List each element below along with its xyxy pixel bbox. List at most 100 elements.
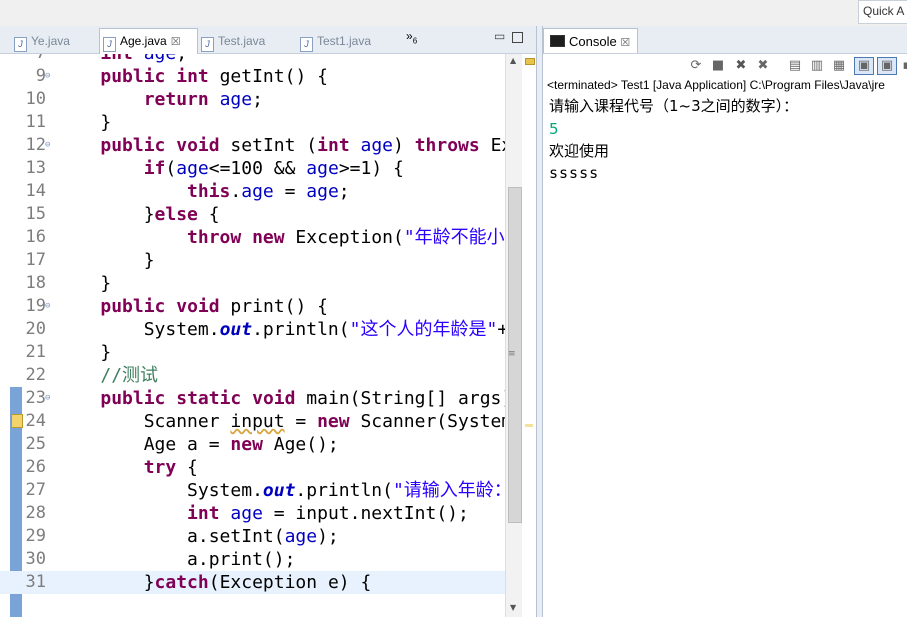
code-line[interactable]: 14 this.age = age; xyxy=(0,180,505,203)
remove-all-terminated-icon[interactable]: ✖ xyxy=(755,58,771,74)
code-line[interactable]: 29 a.setInt(age); xyxy=(0,525,505,548)
tab-label: Ye.java xyxy=(31,34,70,48)
fold-toggle-icon[interactable]: ⊖ xyxy=(45,65,50,88)
code-text: } xyxy=(57,342,112,363)
line-number: 11 xyxy=(25,112,46,132)
scroll-down-icon[interactable]: ▼ xyxy=(510,603,516,612)
code-line[interactable]: 7 int age; xyxy=(0,54,505,65)
editor-panel: J Ye.java J Age.java ☒ J Test.java J Test1.ja… xyxy=(0,26,537,617)
scroll-up-icon[interactable]: ▲ xyxy=(510,56,516,65)
fold-toggle-icon[interactable]: ⊖ xyxy=(45,295,50,318)
occurrence-marker[interactable] xyxy=(525,424,533,427)
code-line[interactable]: 17 } xyxy=(0,249,505,272)
console-output-line: sssss xyxy=(549,164,600,182)
console-status: <terminated> Test1 [Java Application] C:… xyxy=(547,78,885,92)
code-line[interactable]: 11 } xyxy=(0,111,505,134)
tab-test1-java[interactable]: J Test1.java xyxy=(300,29,371,53)
code-text: } xyxy=(57,273,112,294)
code-text: System.out.println("这个人的年龄是"+this.age); xyxy=(57,319,505,340)
code-text: System.out.println("请输入年龄："); xyxy=(57,480,505,501)
code-line[interactable]: 22 //测试 xyxy=(0,364,505,387)
code-text: } xyxy=(57,250,155,271)
line-number: 20 xyxy=(25,319,46,339)
terminate-icon[interactable]: ■ xyxy=(710,58,726,74)
show-on-stderr-icon[interactable]: ▣ xyxy=(877,57,897,75)
code-line[interactable]: 18 } xyxy=(0,272,505,295)
code-line[interactable]: 24 Scanner input = new Scanner(System.in… xyxy=(0,410,505,433)
line-number: 10 xyxy=(25,89,46,109)
line-number: 31 xyxy=(25,572,46,592)
code-line[interactable]: 13 if(age<=100 && age>=1) { xyxy=(0,157,505,180)
hidden-tab-count: 6 xyxy=(412,36,418,46)
more-tabs-button[interactable]: »6 xyxy=(406,29,417,45)
top-toolbar: Quick A xyxy=(0,0,907,26)
code-line[interactable]: 27 System.out.println("请输入年龄："); xyxy=(0,479,505,502)
fold-toggle-icon[interactable]: ⊖ xyxy=(45,134,50,157)
tab-age-java[interactable]: J Age.java ☒ xyxy=(99,28,198,55)
maximize-icon[interactable] xyxy=(512,32,523,43)
code-line[interactable]: 12 ⊖ public void setInt (int age) throws … xyxy=(0,134,505,157)
line-number: 12 xyxy=(25,135,46,155)
code-line[interactable]: 16 throw new Exception("年龄不能小于1或大于100"); xyxy=(0,226,505,249)
code-text: throw new Exception("年龄不能小于1或大于100"); xyxy=(187,227,505,248)
code-line[interactable]: 26 try { xyxy=(0,456,505,479)
code-text: Scanner input = new Scanner(System.in); xyxy=(57,411,505,432)
code-line[interactable]: 28 int age = input.nextInt(); xyxy=(0,502,505,525)
console-input-line: 5 xyxy=(549,120,559,138)
code-text: try { xyxy=(143,457,198,478)
vertical-scrollbar[interactable]: ▲ ≡ ▼ xyxy=(505,54,523,617)
tab-test-java[interactable]: J Test.java xyxy=(201,29,265,53)
code-line[interactable]: 23 ⊖ public static void main(String[] arg… xyxy=(0,387,505,410)
line-number: 19 xyxy=(25,296,46,316)
code-text: //测试 xyxy=(100,365,159,386)
close-icon[interactable]: ☒ xyxy=(620,37,630,49)
close-icon[interactable]: ☒ xyxy=(171,36,181,48)
code-line[interactable]: 31 }catch(Exception e) { xyxy=(0,571,505,594)
tab-console[interactable]: Console ☒ xyxy=(543,28,638,53)
console-toolbar: ⟳ ■ ✖ ✖ ▤ ▥ ▦ ▣ ▣ ▪ xyxy=(543,54,907,78)
line-number: 16 xyxy=(25,227,46,247)
console-icon xyxy=(550,35,565,47)
console-output-line: 请输入课程代号（1~3之间的数字）： xyxy=(549,97,799,115)
code-text: }catch(Exception e) { xyxy=(57,572,372,593)
word-wrap-icon[interactable]: ▦ xyxy=(831,58,847,74)
line-number: 28 xyxy=(25,503,46,523)
quick-access-field[interactable]: Quick A xyxy=(858,0,907,24)
line-number: 24 xyxy=(25,411,46,431)
code-text: return age; xyxy=(143,89,263,110)
code-line[interactable]: 15 }else { xyxy=(0,203,505,226)
minimize-icon[interactable]: ▭ xyxy=(494,30,506,42)
overview-ruler[interactable] xyxy=(522,54,536,617)
line-number: 14 xyxy=(25,181,46,201)
code-line[interactable]: 25 Age a = new Age(); xyxy=(0,433,505,456)
console-output-line: 欢迎使用 xyxy=(549,142,610,160)
remove-launch-icon[interactable]: ✖ xyxy=(733,58,749,74)
scroll-lock-icon[interactable]: ▥ xyxy=(809,58,825,74)
show-on-stdout-icon[interactable]: ▣ xyxy=(854,57,874,75)
code-editor[interactable]: 7 int age;9⊖ public int getInt() {10 ret… xyxy=(0,54,505,617)
tab-label: Test1.java xyxy=(317,34,372,48)
code-text: if(age<=100 && age>=1) { xyxy=(143,158,404,179)
clear-console-icon[interactable]: ▤ xyxy=(787,58,803,74)
code-line[interactable]: 10 return age; xyxy=(0,88,505,111)
java-file-icon: J xyxy=(103,37,116,52)
code-line[interactable]: 30 a.print(); xyxy=(0,548,505,571)
java-file-icon: J xyxy=(14,37,27,52)
code-text: a.setInt(age); xyxy=(57,526,339,547)
fold-toggle-icon[interactable]: ⊖ xyxy=(45,387,50,410)
warning-marker-icon[interactable] xyxy=(525,58,535,65)
code-text: a.print(); xyxy=(57,549,296,570)
code-line[interactable]: 21 } xyxy=(0,341,505,364)
code-line[interactable]: 20 System.out.println("这个人的年龄是"+this.age… xyxy=(0,318,505,341)
code-text: } xyxy=(57,112,112,133)
grip-icon: ≡ xyxy=(508,349,516,359)
code-text: public int getInt() { xyxy=(100,66,328,87)
console-tab-bar: Console ☒ xyxy=(543,26,907,54)
code-line[interactable]: 19 ⊖ public void print() { xyxy=(0,295,505,318)
pin-console-icon[interactable]: ▪ xyxy=(899,58,907,74)
line-number: 30 xyxy=(25,549,46,569)
code-text: }else { xyxy=(57,204,220,225)
code-line[interactable]: 9 ⊖ public int getInt() { xyxy=(0,65,505,88)
relaunch-icon[interactable]: ⟳ xyxy=(688,58,704,74)
tab-ye-java[interactable]: J Ye.java xyxy=(14,29,70,53)
